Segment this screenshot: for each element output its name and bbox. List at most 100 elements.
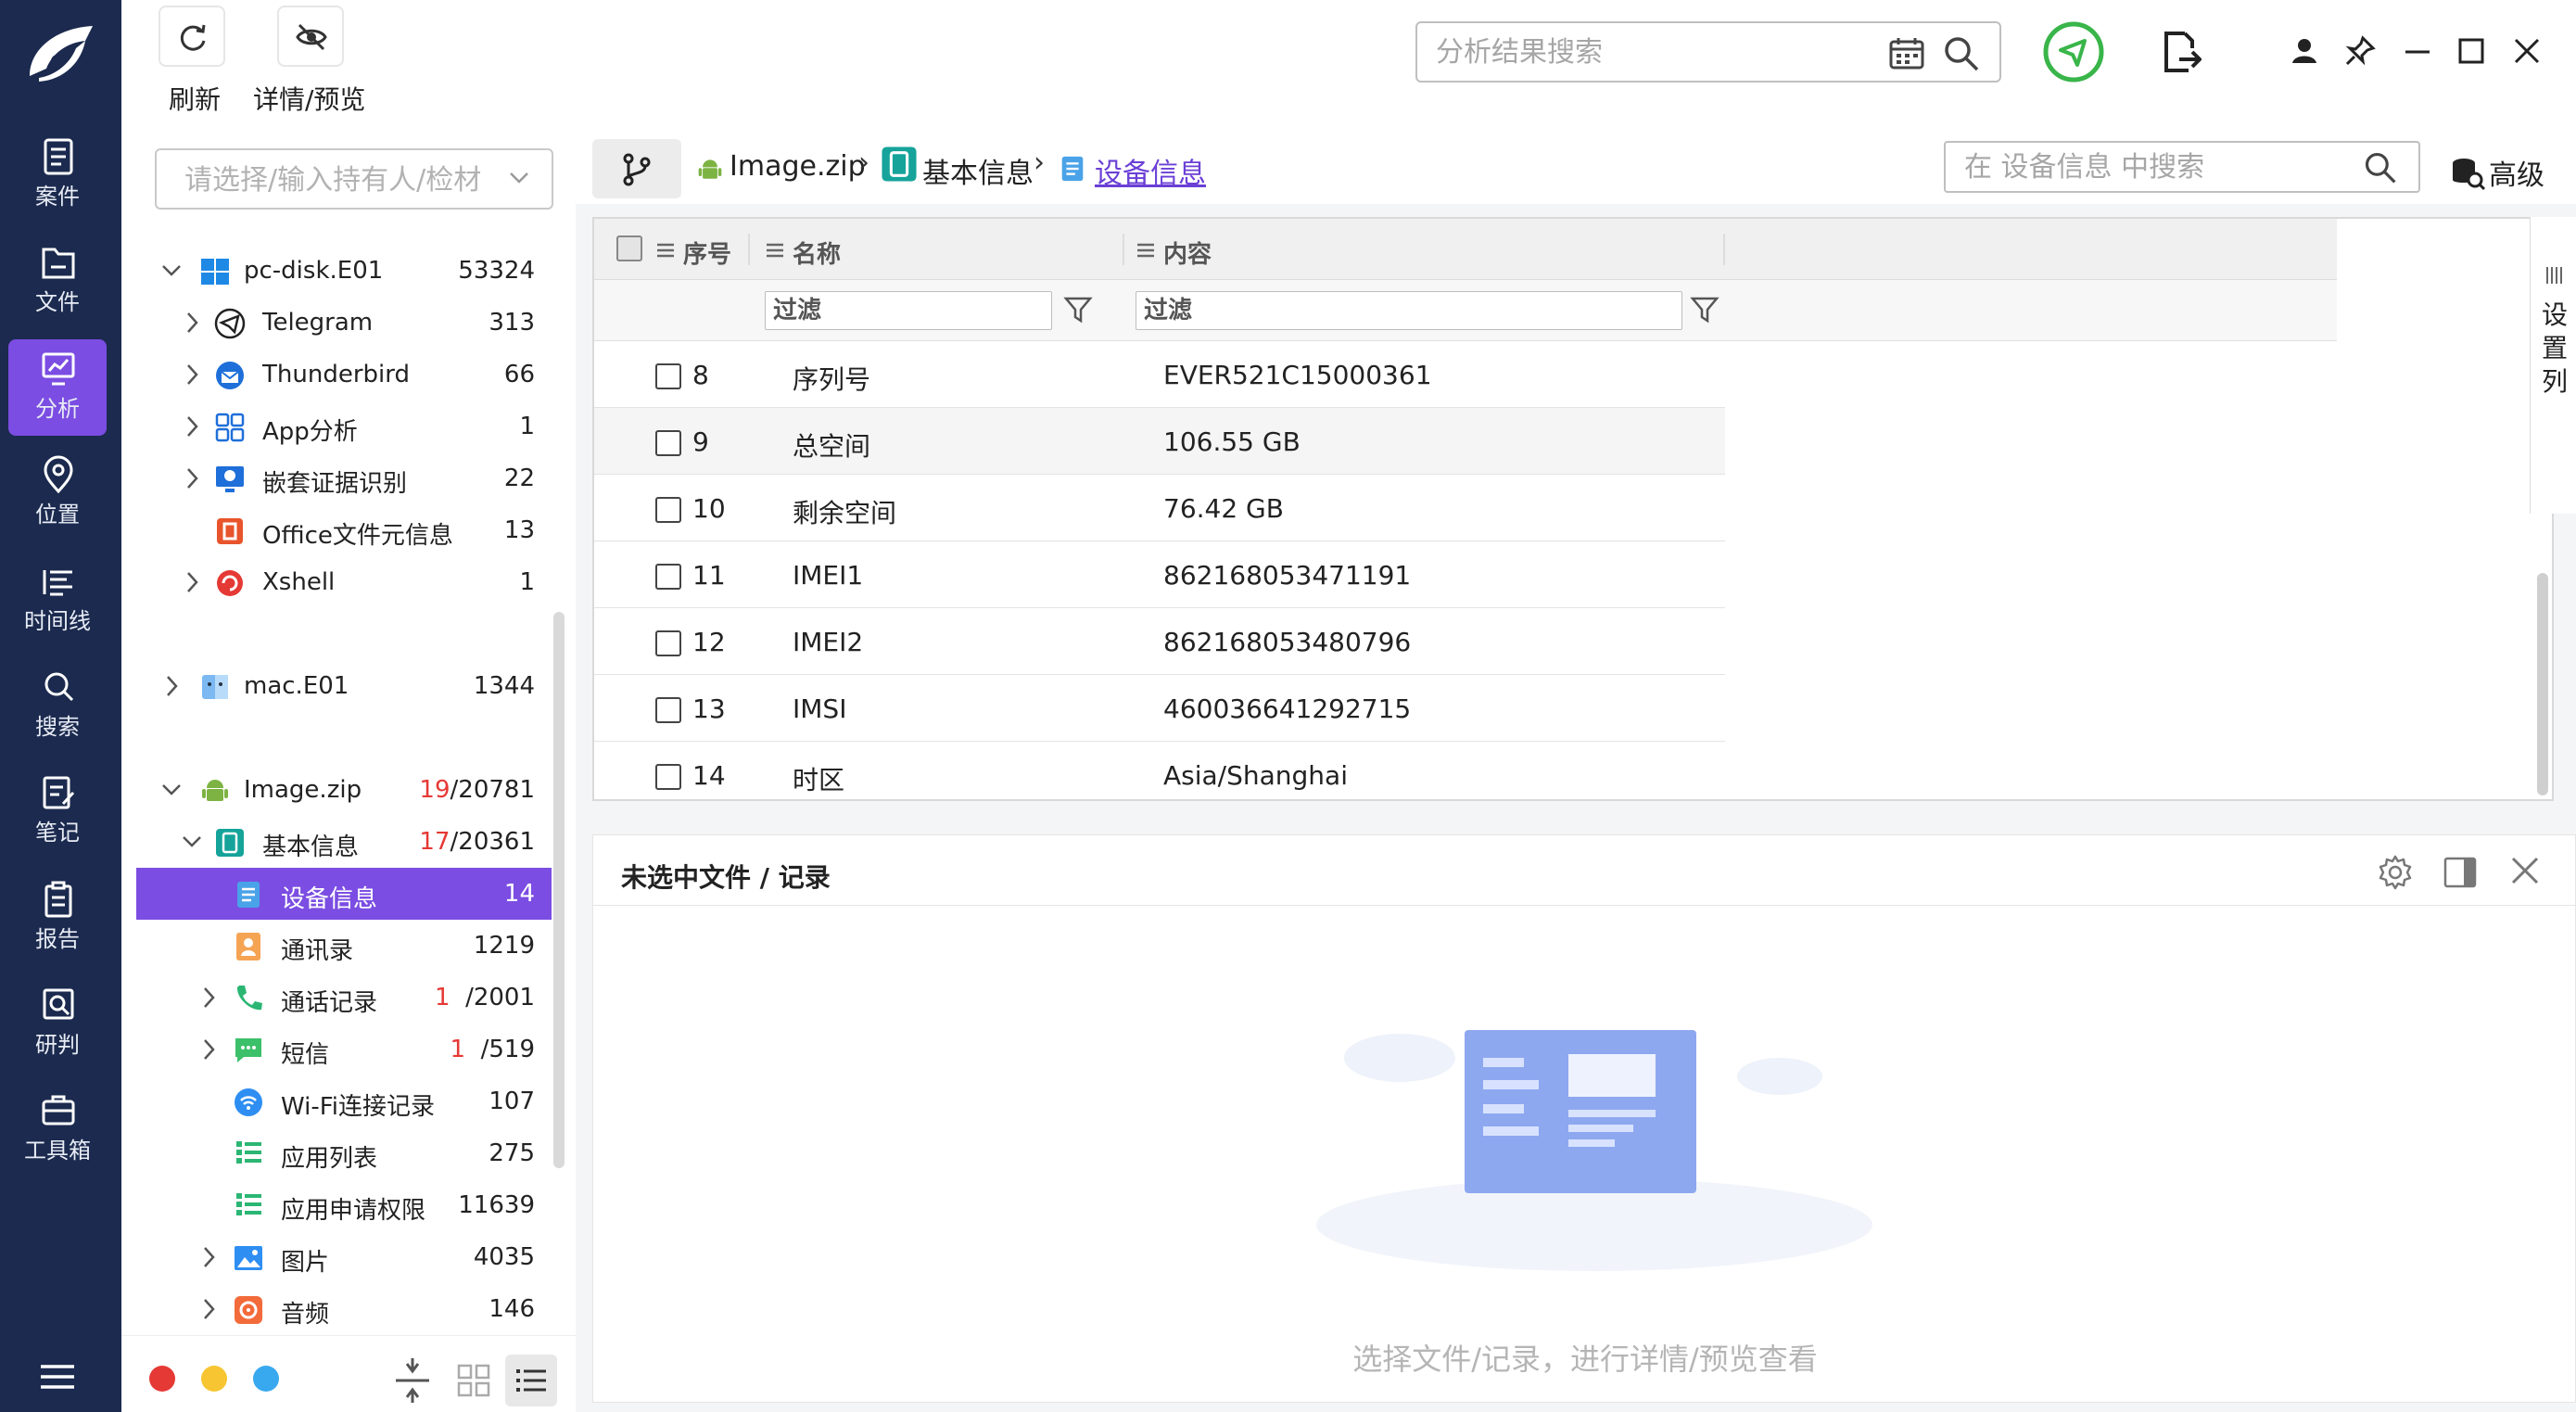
owner-select-input[interactable]	[184, 159, 500, 200]
breadcrumb-image-zip[interactable]: Image.zip	[730, 150, 866, 183]
tree-item[interactable]: App分析 1	[121, 401, 552, 452]
table-row[interactable]: 12 IMEI2 862168053480796	[594, 608, 1725, 675]
red-tag-filter[interactable]	[149, 1366, 175, 1392]
column-menu-icon[interactable]	[765, 241, 785, 260]
row-checkbox[interactable]	[655, 764, 681, 790]
local-search-box[interactable]	[1944, 141, 2420, 193]
table-row[interactable]: 11 IMEI1 862168053471191	[594, 541, 1725, 608]
user-icon[interactable]	[2290, 37, 2318, 65]
breadcrumb-basic-info[interactable]: 基本信息	[922, 150, 1034, 191]
tree-item[interactable]: mac.E01 1344	[121, 660, 552, 712]
calendar-icon[interactable]	[1888, 36, 1925, 71]
column-header-name[interactable]: 名称	[793, 235, 841, 270]
row-checkbox[interactable]	[655, 564, 681, 590]
close-icon[interactable]	[2513, 37, 2541, 65]
nav-report[interactable]: 报告	[8, 870, 107, 966]
export-file-icon[interactable]	[2161, 30, 2202, 74]
collapse-all-icon[interactable]	[387, 1355, 438, 1406]
tree-item[interactable]: 通讯录 1219	[121, 920, 552, 972]
tree-item-selected[interactable]: 设备信息 14	[136, 868, 552, 920]
tree-item[interactable]: 嵌套证据识别 22	[121, 452, 552, 504]
table-row[interactable]: 13 IMSI 460036641292715	[594, 675, 1725, 742]
tree-item[interactable]: 应用列表 275	[121, 1127, 552, 1179]
row-checkbox[interactable]	[655, 697, 681, 723]
row-checkbox[interactable]	[655, 630, 681, 656]
name-filter-box[interactable]	[765, 291, 1052, 330]
tree-item[interactable]: 基本信息 17/20361	[121, 816, 552, 868]
table-row[interactable]: 9 总空间 106.55 GB	[594, 408, 1725, 475]
column-menu-icon[interactable]	[1136, 241, 1156, 260]
search-icon[interactable]	[2363, 150, 2398, 185]
tree-item[interactable]: 图片 4035	[121, 1231, 552, 1283]
pin-icon[interactable]	[2344, 35, 2376, 67]
tree-item[interactable]: Thunderbird 66	[121, 349, 552, 401]
nav-judge[interactable]: 研判	[8, 975, 107, 1072]
nav-notes[interactable]: 笔记	[8, 763, 107, 859]
tree-scrollbar[interactable]	[553, 612, 565, 1168]
send-status-icon[interactable]	[2042, 20, 2105, 83]
tree-item[interactable]: 音频 146	[121, 1283, 552, 1335]
global-search-box[interactable]	[1415, 21, 2001, 83]
content-filter-input[interactable]	[1144, 296, 1635, 325]
filter-funnel-icon[interactable]	[1063, 295, 1093, 324]
row-checkbox[interactable]	[655, 497, 681, 523]
list-view-button[interactable]	[505, 1355, 557, 1406]
tree-item[interactable]: 短信 1 /519	[121, 1024, 552, 1075]
search-icon[interactable]	[1942, 34, 1981, 73]
column-divider[interactable]	[748, 234, 750, 265]
local-search-input[interactable]	[1964, 148, 2354, 185]
breadcrumb-device-info[interactable]: 设备信息	[1095, 150, 1206, 191]
gear-icon[interactable]	[2377, 854, 2414, 891]
column-divider[interactable]	[1723, 234, 1725, 265]
tree-item[interactable]: 通话记录 1 /2001	[121, 972, 552, 1024]
select-all-checkbox[interactable]	[616, 235, 642, 261]
tree-item[interactable]: 应用申请权限 11639	[121, 1179, 552, 1231]
tree-item[interactable]: Office文件元信息 13	[121, 504, 552, 556]
tree-item-label: Wi-Fi连接记录	[281, 1093, 436, 1121]
column-menu-icon[interactable]	[655, 241, 676, 260]
refresh-button[interactable]	[159, 6, 225, 67]
nav-files[interactable]: 文件	[8, 233, 107, 329]
filter-funnel-icon[interactable]	[1690, 295, 1719, 324]
nav-location[interactable]: 位置	[8, 445, 107, 541]
advanced-search-button[interactable]: 高级	[2444, 143, 2565, 195]
toolbox-icon	[42, 1095, 75, 1126]
table-row[interactable]: 14 时区 Asia/Shanghai	[594, 742, 1725, 799]
blue-tag-filter[interactable]	[253, 1366, 279, 1392]
row-checkbox[interactable]	[655, 430, 681, 456]
panel-layout-icon[interactable]	[2442, 854, 2479, 891]
maximize-icon[interactable]	[2457, 37, 2485, 65]
close-icon[interactable]	[2508, 854, 2542, 887]
tree-item[interactable]: Wi-Fi连接记录 107	[121, 1075, 552, 1127]
global-search-input[interactable]	[1436, 31, 1872, 73]
minimize-icon[interactable]	[2404, 39, 2431, 65]
nav-search[interactable]: 搜索	[8, 657, 107, 754]
tree-item[interactable]: Image.zip 19/20781	[121, 764, 552, 816]
owner-select[interactable]	[155, 148, 553, 210]
content-filter-box[interactable]	[1136, 291, 1682, 330]
set-columns-tab[interactable]: 设置列	[2530, 217, 2576, 514]
tree-item[interactable]: pc-disk.E01 53324	[121, 245, 552, 297]
nav-timeline[interactable]: 时间线	[8, 552, 107, 648]
detail-preview-button[interactable]	[277, 6, 344, 67]
branch-button[interactable]	[592, 139, 681, 198]
tree-item-label: 基本信息	[262, 833, 360, 861]
name-filter-input[interactable]	[773, 296, 1031, 325]
grid-view-icon[interactable]	[448, 1355, 500, 1406]
nav-case[interactable]: 案件	[8, 127, 107, 223]
row-checkbox[interactable]	[655, 363, 681, 389]
table-row[interactable]: 8 序列号 EVER521C15000361	[594, 341, 1725, 408]
nav-toolbox[interactable]: 工具箱	[8, 1081, 107, 1177]
tree-item[interactable]: Telegram 313	[121, 297, 552, 349]
nav-analysis[interactable]: 分析	[8, 339, 107, 436]
table-row[interactable]: 10 剩余空间 76.42 GB	[594, 475, 1725, 541]
column-header-no[interactable]: 序号	[683, 235, 731, 270]
analysis-icon	[42, 352, 75, 386]
yellow-tag-filter[interactable]	[201, 1366, 227, 1392]
table-scrollbar[interactable]	[2537, 573, 2548, 795]
detail-title: 未选中文件 / 记录	[621, 862, 831, 893]
column-divider[interactable]	[1123, 234, 1124, 265]
column-header-content[interactable]: 内容	[1163, 235, 1212, 270]
tree-item[interactable]: Xshell 1	[121, 556, 552, 608]
menu-icon[interactable]	[39, 1363, 76, 1391]
